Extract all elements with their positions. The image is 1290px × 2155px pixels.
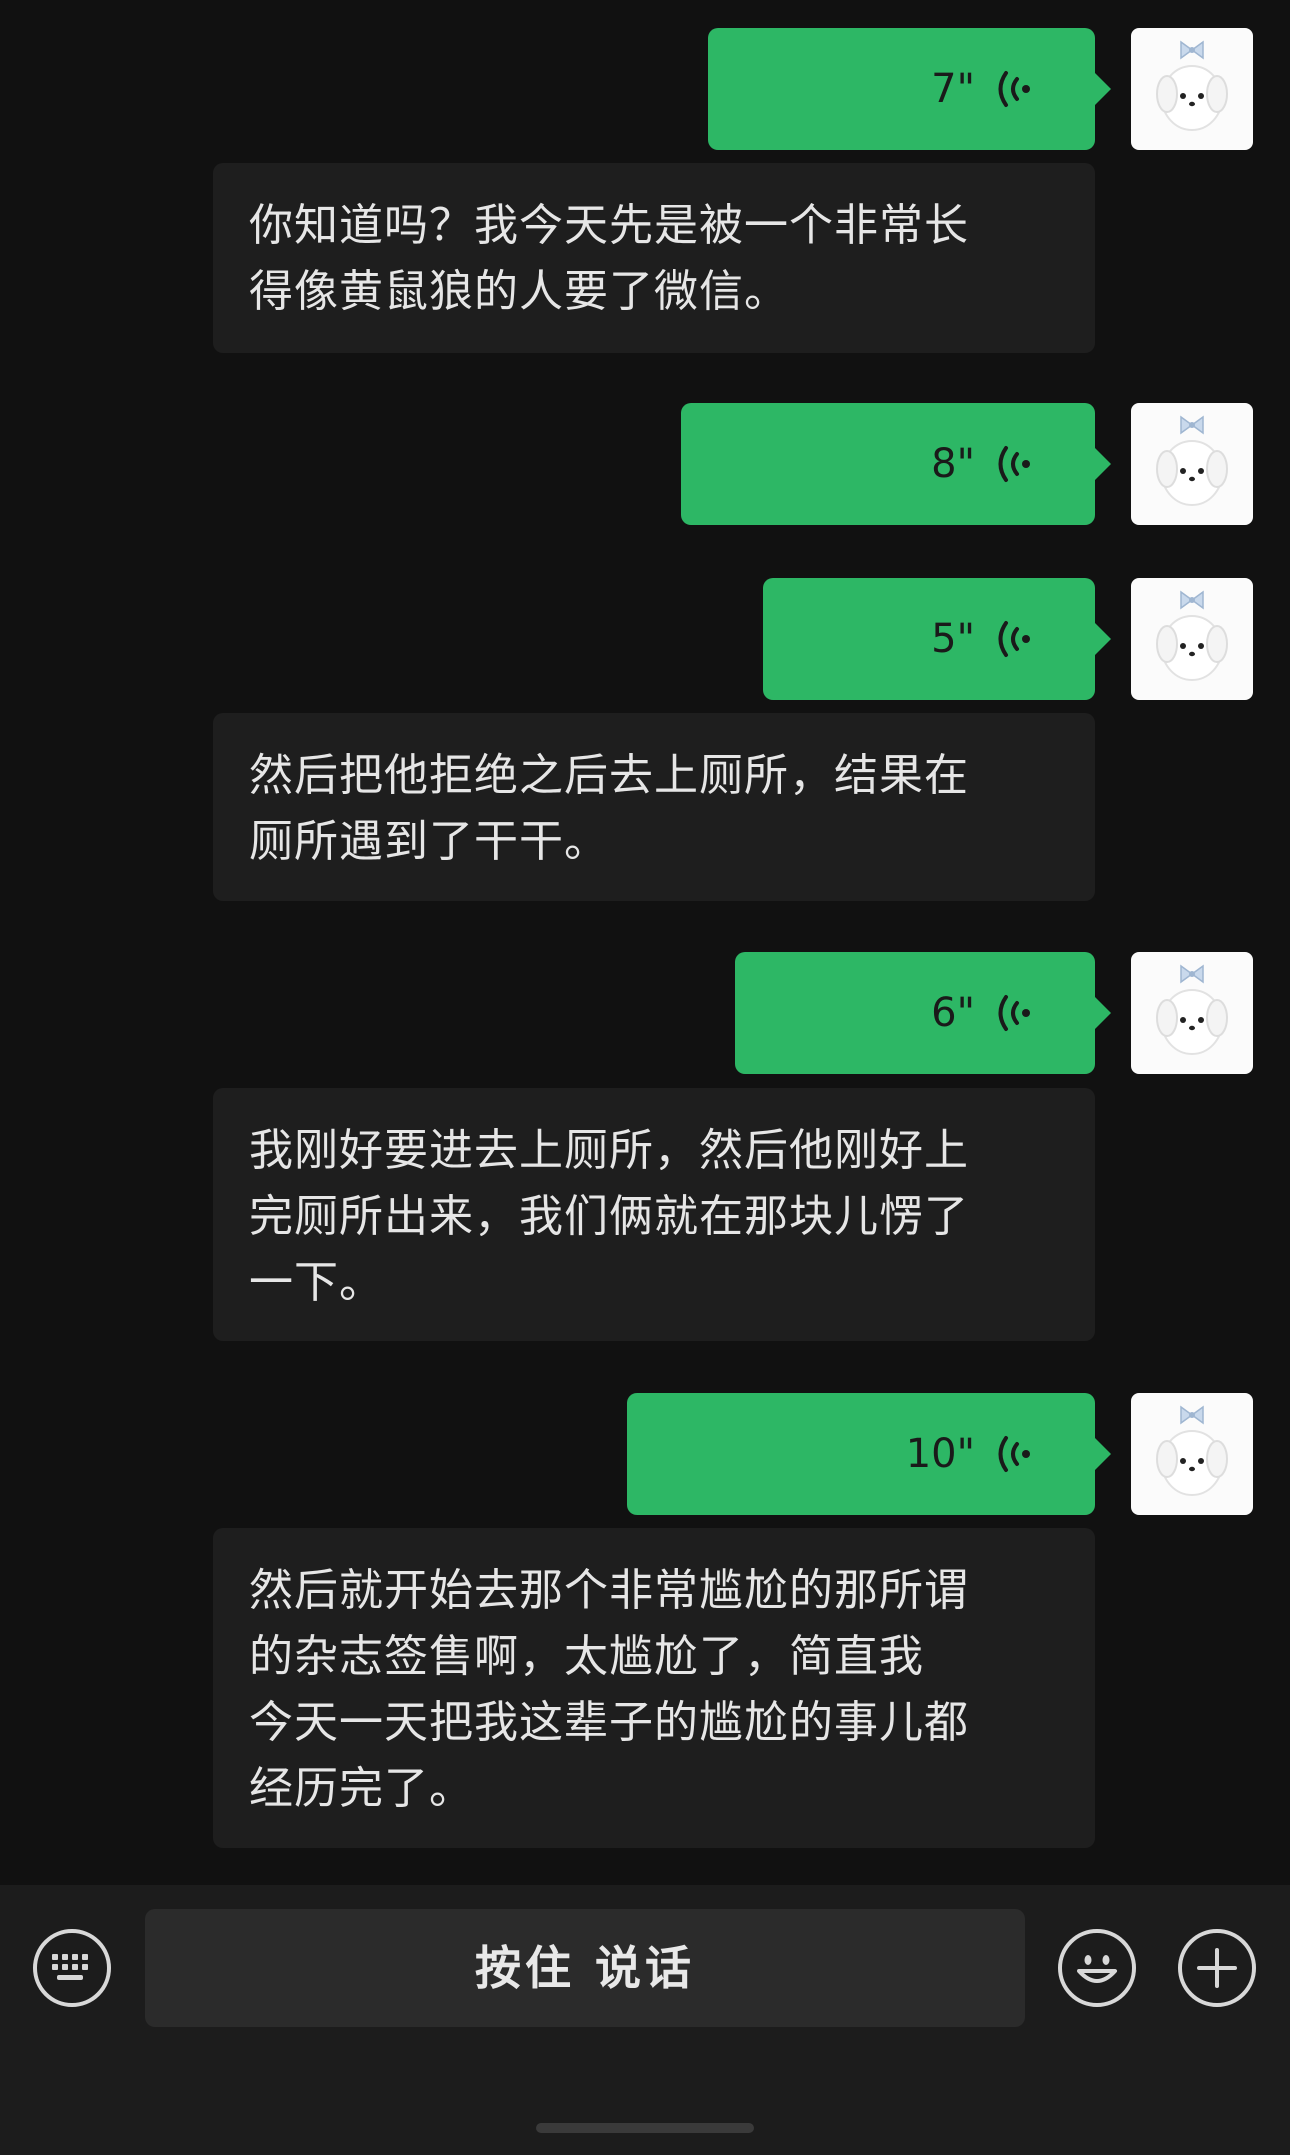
voice-duration: 6" (931, 990, 975, 1036)
transcript-card: 然后把他拒绝之后去上厕所，结果在 厕所遇到了干干。 (213, 713, 1095, 901)
emoji-icon (1077, 1955, 1117, 1983)
transcript-line: 厕所遇到了干干。 (249, 816, 609, 867)
chat-area[interactable]: 7" 你知道吗？我今天先是被一个非常长 得像黄鼠狼的人要了微信。 8" 5" 然… (0, 0, 1290, 1885)
voice-duration: 7" (931, 66, 975, 112)
puppy-avatar-icon (1156, 964, 1228, 1055)
voice-message-bubble[interactable]: 8" (681, 403, 1111, 525)
voice-wave-icon (998, 995, 1030, 1031)
transcript-line: 你知道吗？我今天先是被一个非常长 (249, 200, 969, 251)
puppy-avatar-icon (1156, 590, 1228, 681)
input-bar: 按住 说话 (0, 1885, 1290, 2155)
voice-wave-icon (998, 621, 1030, 657)
voice-message-bubble[interactable]: 7" (708, 28, 1111, 150)
avatar[interactable] (1131, 28, 1253, 150)
puppy-avatar-icon (1156, 40, 1228, 131)
transcript-card: 然后就开始去那个非常尴尬的那所谓 的杂志签售啊，太尴尬了，简直我 今天一天把我这… (213, 1528, 1095, 1848)
transcript-line: 然后把他拒绝之后去上厕所，结果在 (249, 750, 969, 801)
voice-message-bubble[interactable]: 6" (735, 952, 1111, 1074)
voice-duration: 5" (931, 616, 975, 662)
hold-to-talk-button[interactable]: 按住 说话 (145, 1909, 1025, 2027)
transcript-line: 完厕所出来，我们俩就在那块儿愣了 (249, 1191, 969, 1242)
transcript-line: 一下。 (249, 1257, 384, 1308)
puppy-avatar-icon (1156, 415, 1228, 506)
voice-wave-icon (998, 71, 1030, 107)
emoji-button[interactable] (1058, 1929, 1136, 2007)
voice-wave-icon (998, 1436, 1030, 1472)
transcript-line: 然后就开始去那个非常尴尬的那所谓 (249, 1565, 969, 1616)
transcript-line: 我刚好要进去上厕所，然后他刚好上 (249, 1125, 969, 1176)
transcript-line: 的杂志签售啊，太尴尬了，简直我 (249, 1631, 924, 1682)
transcript-line: 得像黄鼠狼的人要了微信。 (249, 266, 789, 317)
home-indicator (536, 2123, 754, 2133)
plus-icon (1197, 1948, 1237, 1988)
voice-wave-icon (998, 446, 1030, 482)
puppy-avatar-icon (1156, 1405, 1228, 1496)
voice-duration: 10" (905, 1431, 975, 1477)
avatar[interactable] (1131, 403, 1253, 525)
keyboard-button[interactable] (33, 1929, 111, 2007)
transcript-line: 今天一天把我这辈子的尴尬的事儿都 (249, 1697, 969, 1748)
voice-message-bubble[interactable]: 10" (627, 1393, 1111, 1515)
voice-duration: 8" (931, 441, 975, 487)
voice-message-bubble[interactable]: 5" (763, 578, 1111, 700)
transcript-card: 我刚好要进去上厕所，然后他刚好上 完厕所出来，我们俩就在那块儿愣了 一下。 (213, 1088, 1095, 1341)
plus-button[interactable] (1178, 1929, 1256, 2007)
transcript-card: 你知道吗？我今天先是被一个非常长 得像黄鼠狼的人要了微信。 (213, 163, 1095, 353)
avatar[interactable] (1131, 1393, 1253, 1515)
keyboard-icon (52, 1954, 88, 1980)
avatar[interactable] (1131, 952, 1253, 1074)
avatar[interactable] (1131, 578, 1253, 700)
transcript-line: 经历完了。 (249, 1763, 474, 1814)
